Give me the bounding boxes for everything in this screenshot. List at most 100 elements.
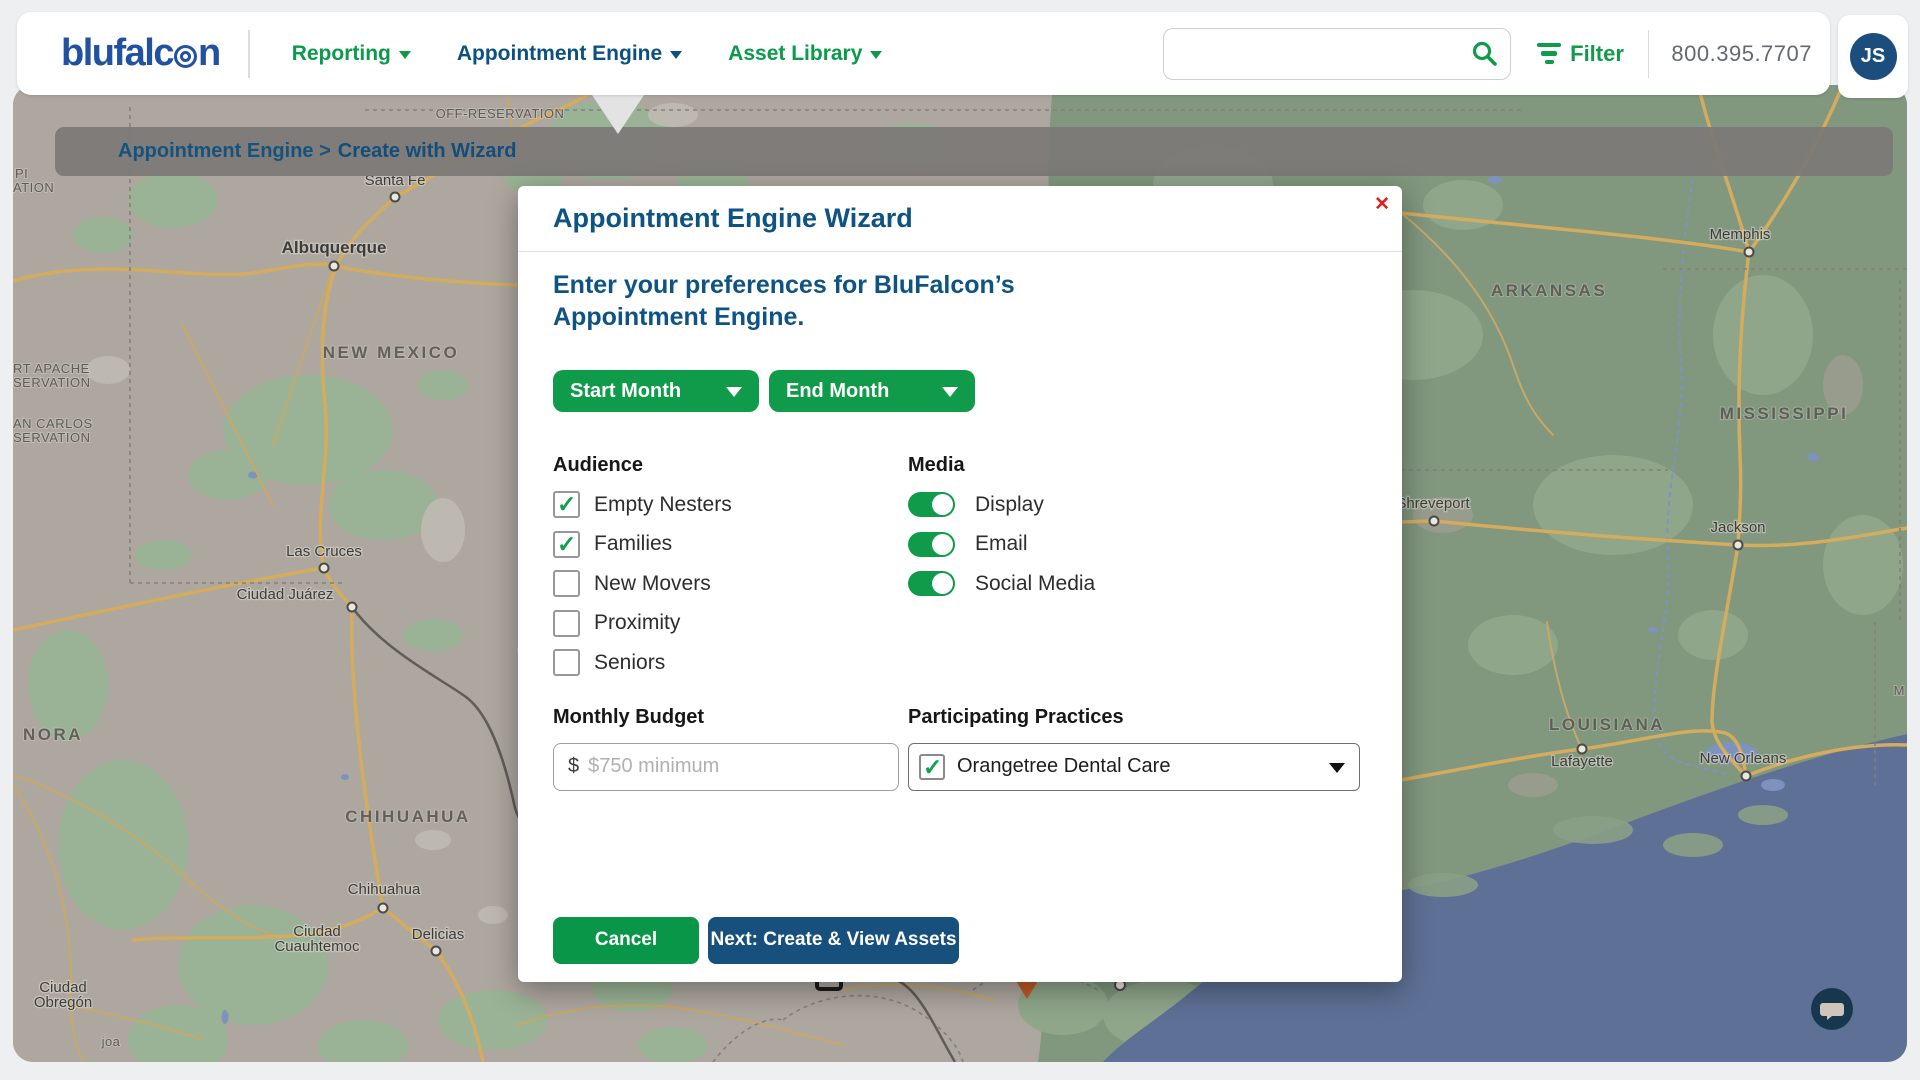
media-section: Media Display Email Social Media bbox=[908, 454, 1367, 689]
chevron-down-icon bbox=[1329, 763, 1345, 773]
breadcrumb-section[interactable]: Appointment Engine > bbox=[118, 140, 331, 163]
chevron-down-icon bbox=[870, 51, 883, 59]
toggle-on[interactable] bbox=[908, 492, 955, 517]
start-month-dropdown[interactable]: Start Month bbox=[553, 370, 759, 412]
city-dot bbox=[346, 601, 358, 613]
audience-option-label: Seniors bbox=[594, 650, 666, 674]
map-label: RT APACHE bbox=[13, 361, 90, 376]
header-divider bbox=[247, 29, 250, 78]
nav-asset-library[interactable]: Asset Library bbox=[728, 42, 883, 66]
map-label: Memphis bbox=[1710, 226, 1771, 243]
audience-heading: Audience bbox=[553, 454, 644, 476]
next-create-assets-button[interactable]: Next: Create & View Assets bbox=[708, 916, 959, 964]
practice-checkbox[interactable] bbox=[919, 753, 945, 781]
active-menu-caret bbox=[592, 95, 644, 134]
map-label: Ciudad Juárez bbox=[237, 586, 334, 603]
main-nav: Reporting Appointment Engine Asset Libra… bbox=[292, 42, 883, 66]
modal-body: Enter your preferences for BluFalcon’s A… bbox=[518, 252, 1402, 964]
chat-bubble-icon bbox=[1811, 988, 1853, 1030]
map-label: Shreveport bbox=[1396, 495, 1470, 512]
map-label: NEW MEXICO bbox=[323, 343, 459, 362]
map-label: Las Cruces bbox=[286, 543, 362, 560]
modal-subtitle: Enter your preferences for BluFalcon’s A… bbox=[553, 271, 1015, 331]
media-option-label: Display bbox=[975, 492, 1044, 516]
close-icon[interactable]: ✕ bbox=[1374, 192, 1390, 219]
phone-number: 800.395.7707 bbox=[1671, 40, 1812, 66]
user-menu[interactable]: JS bbox=[1838, 15, 1908, 98]
nav-appointment-engine[interactable]: Appointment Engine bbox=[457, 42, 683, 66]
chevron-down-icon bbox=[726, 387, 742, 397]
breadcrumb: Appointment Engine > Create with Wizard bbox=[55, 127, 1893, 176]
media-option[interactable]: Email bbox=[908, 531, 1367, 558]
toggle-on[interactable] bbox=[908, 571, 955, 596]
budget-field-wrap: $ bbox=[553, 742, 899, 791]
city-dot bbox=[389, 191, 401, 203]
practices-dropdown[interactable]: Orangetree Dental Care bbox=[908, 742, 1360, 791]
map-label: MISSISSIPPI bbox=[1720, 404, 1849, 423]
audience-option[interactable]: Proximity bbox=[553, 609, 908, 637]
practices-heading: Participating Practices bbox=[908, 705, 1124, 728]
city-dot bbox=[318, 562, 330, 574]
budget-input[interactable] bbox=[588, 755, 884, 778]
page: NEW MEXICO CHIHUAHUA ARKANSAS MISSISSIPPI LO… bbox=[0, 0, 1920, 1080]
wizard-modal: ✕ Appointment Engine Wizard Enter your p… bbox=[518, 186, 1402, 982]
checkbox-unchecked[interactable] bbox=[553, 649, 580, 676]
cancel-button[interactable]: Cancel bbox=[553, 916, 699, 964]
audience-section: Audience Empty Nesters Families New Movers… bbox=[553, 454, 908, 689]
audience-option-label: Proximity bbox=[594, 611, 681, 634]
toggle-knob bbox=[932, 494, 953, 515]
map-label: Obregón bbox=[34, 994, 92, 1011]
filter-button[interactable]: Filter bbox=[1537, 41, 1624, 67]
checkbox-unchecked[interactable] bbox=[553, 570, 580, 597]
map-label: AN CARLOS bbox=[13, 416, 93, 431]
toggle-on[interactable] bbox=[908, 531, 955, 557]
audience-option[interactable]: Empty Nesters bbox=[553, 491, 908, 518]
checkbox-unchecked[interactable] bbox=[553, 609, 580, 637]
search-input[interactable] bbox=[1164, 28, 1472, 79]
map-label: M bbox=[1894, 683, 1905, 698]
media-option[interactable]: Social Media bbox=[908, 570, 1367, 597]
media-option[interactable]: Display bbox=[908, 491, 1367, 518]
audience-option[interactable]: Seniors bbox=[553, 649, 908, 676]
selected-practice: Orangetree Dental Care bbox=[957, 755, 1171, 777]
avatar[interactable]: JS bbox=[1849, 33, 1897, 80]
nav-reporting[interactable]: Reporting bbox=[292, 42, 411, 66]
audience-option-label: Families bbox=[594, 532, 673, 555]
budget-heading: Monthly Budget bbox=[553, 705, 705, 728]
dollar-prefix: $ bbox=[568, 755, 580, 777]
map-label: CHIHUAHUA bbox=[345, 807, 470, 826]
checkbox-checked[interactable] bbox=[553, 491, 580, 518]
map-label: SERVATION bbox=[13, 375, 90, 390]
search-icon[interactable] bbox=[1471, 40, 1498, 67]
audience-option-label: New Movers bbox=[594, 571, 711, 595]
chevron-down-icon bbox=[670, 51, 683, 59]
map-label: Jackson bbox=[1710, 519, 1765, 536]
map-label: joa bbox=[101, 1034, 121, 1049]
checkbox-checked[interactable] bbox=[553, 530, 580, 558]
map-label: ATION bbox=[13, 180, 54, 195]
audience-option[interactable]: Families bbox=[553, 530, 908, 558]
chat-button[interactable] bbox=[1810, 987, 1854, 1031]
media-option-label: Email bbox=[975, 532, 1028, 555]
city-dot bbox=[1743, 246, 1755, 258]
map-label: Delicias bbox=[412, 926, 465, 943]
budget-section: Monthly Budget $ bbox=[553, 706, 908, 791]
blufalcon-logo[interactable]: blufalc n bbox=[61, 32, 221, 75]
map-label: Chihuahua bbox=[348, 881, 421, 898]
city-dot bbox=[1428, 515, 1440, 527]
logo-text-end: n bbox=[197, 32, 221, 74]
modal-title: Appointment Engine Wizard bbox=[553, 203, 913, 233]
media-option-label: Social Media bbox=[975, 571, 1096, 595]
chevron-down-icon bbox=[942, 387, 958, 397]
audience-option-label: Empty Nesters bbox=[594, 492, 732, 516]
end-month-dropdown[interactable]: End Month bbox=[769, 370, 975, 412]
toggle-knob bbox=[932, 573, 953, 594]
practices-section: Participating Practices Orangetree Denta… bbox=[908, 706, 1367, 791]
logo-spiral-o-icon bbox=[173, 45, 197, 68]
breadcrumb-page: Create with Wizard bbox=[337, 140, 517, 162]
map-label: Cuauhtemoc bbox=[274, 938, 360, 955]
map-label: New Orleans bbox=[1700, 750, 1787, 767]
map-label: LOUISIANA bbox=[1549, 715, 1665, 734]
audience-option[interactable]: New Movers bbox=[553, 570, 908, 597]
media-heading: Media bbox=[908, 454, 965, 476]
